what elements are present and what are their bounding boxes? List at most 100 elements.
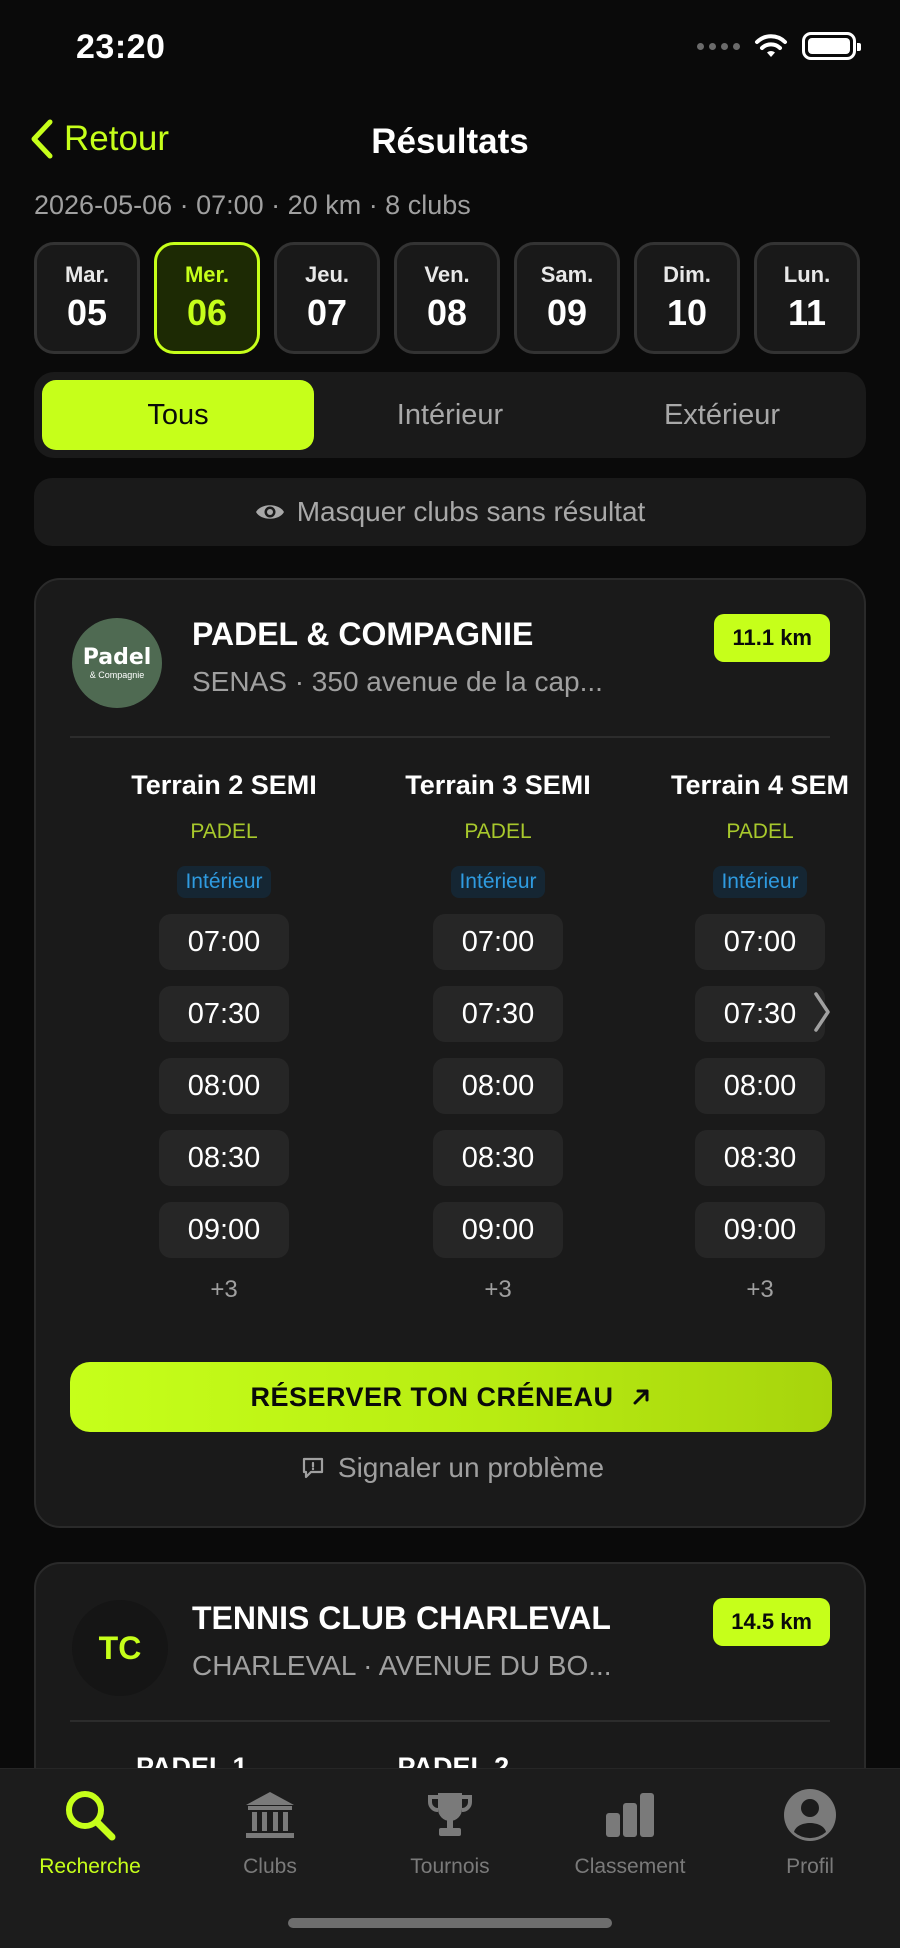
day-chip-08[interactable]: Ven. 08 bbox=[394, 242, 500, 354]
filter-tab-indoor[interactable]: Intérieur bbox=[314, 380, 586, 450]
logo-subtitle: & Compagnie bbox=[89, 669, 145, 680]
day-name: Mer. bbox=[184, 262, 230, 287]
time-slot[interactable]: 08:30 bbox=[695, 1130, 825, 1186]
time-slot[interactable]: 08:30 bbox=[159, 1130, 289, 1186]
time-slot[interactable]: 08:00 bbox=[433, 1058, 563, 1114]
time-slot[interactable]: 07:00 bbox=[159, 914, 289, 970]
logo-word: Padel bbox=[82, 644, 152, 670]
day-name: Sam. bbox=[540, 262, 594, 287]
tab-label: Classement bbox=[574, 1855, 686, 1878]
status-time: 23:20 bbox=[76, 28, 166, 66]
court-name: Terrain 2 SEMI bbox=[131, 770, 317, 800]
day-selector: Mar. 05 Mer. 06 Jeu. 07 Ven. 08 Sam. 09 Dim. 1… bbox=[34, 242, 866, 354]
profile-icon bbox=[778, 1783, 842, 1847]
time-slot[interactable]: 07:30 bbox=[159, 986, 289, 1042]
club-card: Padel & Compagnie PADEL & COMPAGNIE SENA… bbox=[34, 578, 866, 1528]
tab-profil[interactable]: Profil bbox=[720, 1783, 900, 1879]
time-slot[interactable]: 08:00 bbox=[159, 1058, 289, 1114]
chart-bars-icon bbox=[598, 1783, 662, 1847]
battery-icon bbox=[802, 32, 861, 60]
day-chip-09[interactable]: Sam. 09 bbox=[514, 242, 620, 354]
time-slot[interactable]: 07:30 bbox=[695, 986, 825, 1042]
time-slot[interactable]: 09:00 bbox=[433, 1202, 563, 1258]
day-name: Jeu. bbox=[304, 262, 350, 287]
club-initials-avatar: TC bbox=[72, 1600, 168, 1696]
status-bar: 23:20 bbox=[0, 0, 900, 100]
time-slot[interactable]: 09:00 bbox=[695, 1202, 825, 1258]
page-title: Résultats bbox=[371, 122, 529, 161]
day-name: Mar. bbox=[64, 262, 110, 287]
day-number: 07 bbox=[306, 292, 348, 333]
home-indicator bbox=[288, 1918, 612, 1928]
club-name[interactable]: PADEL & COMPAGNIE bbox=[192, 616, 533, 653]
report-problem-link[interactable]: Signaler un problème bbox=[36, 1452, 864, 1484]
day-number: 09 bbox=[546, 292, 588, 333]
day-chip-07[interactable]: Jeu. 07 bbox=[274, 242, 380, 354]
environment-tag: Intérieur bbox=[713, 866, 807, 898]
day-chip-06[interactable]: Mer. 06 bbox=[154, 242, 260, 354]
divider bbox=[70, 1720, 830, 1722]
club-address: CHARLEVAL · AVENUE DU BO... bbox=[192, 1650, 612, 1681]
cellular-signal-icon bbox=[697, 42, 740, 50]
court-name: Terrain 3 SEMI bbox=[405, 770, 591, 800]
day-name: Ven. bbox=[424, 262, 470, 287]
hide-empty-label: Masquer clubs sans résultat bbox=[296, 496, 646, 527]
tab-tournois[interactable]: Tournois bbox=[360, 1783, 540, 1879]
day-number: 08 bbox=[426, 292, 468, 333]
distance-badge: 14.5 km bbox=[713, 1598, 830, 1646]
day-number: 05 bbox=[66, 292, 108, 333]
day-number: 06 bbox=[186, 292, 228, 333]
bank-icon bbox=[238, 1783, 302, 1847]
more-slots[interactable]: +3 bbox=[210, 1276, 237, 1304]
day-number: 10 bbox=[666, 292, 708, 333]
club-address: SENAS · 350 avenue de la cap... bbox=[192, 666, 603, 697]
hide-empty-clubs-toggle[interactable]: Masquer clubs sans résultat bbox=[34, 478, 866, 546]
day-chip-11[interactable]: Lun. 11 bbox=[754, 242, 860, 354]
environment-filter: Tous Intérieur Extérieur bbox=[34, 372, 866, 458]
divider bbox=[70, 736, 830, 738]
tab-label: Recherche bbox=[39, 1855, 141, 1878]
club-logo: Padel & Compagnie bbox=[72, 618, 162, 708]
chevron-right-icon[interactable] bbox=[812, 990, 832, 1034]
day-name: Dim. bbox=[663, 262, 711, 287]
court-column: Terrain 2 SEMI PADEL Intérieur 07:00 07:… bbox=[104, 770, 344, 1304]
environment-tag: Intérieur bbox=[177, 866, 271, 898]
day-chip-10[interactable]: Dim. 10 bbox=[634, 242, 740, 354]
more-slots[interactable]: +3 bbox=[746, 1276, 773, 1304]
time-slot[interactable]: 08:00 bbox=[695, 1058, 825, 1114]
day-chip-05[interactable]: Mar. 05 bbox=[34, 242, 140, 354]
club-name[interactable]: TENNIS CLUB CHARLEVAL bbox=[192, 1600, 611, 1637]
tab-label: Tournois bbox=[410, 1855, 490, 1878]
sport-tag: PADEL bbox=[464, 820, 532, 843]
courts-scroller[interactable]: Terrain 2 SEMI PADEL Intérieur 07:00 07:… bbox=[36, 770, 864, 1303]
time-slot[interactable]: 08:30 bbox=[433, 1130, 563, 1186]
time-slot[interactable]: 07:00 bbox=[695, 914, 825, 970]
tab-label: Clubs bbox=[243, 1855, 297, 1878]
day-number: 11 bbox=[787, 292, 827, 333]
filter-tab-all[interactable]: Tous bbox=[42, 380, 314, 450]
more-slots[interactable]: +3 bbox=[484, 1276, 511, 1304]
time-slot[interactable]: 07:00 bbox=[433, 914, 563, 970]
environment-tag: Intérieur bbox=[451, 866, 545, 898]
report-problem-label: Signaler un problème bbox=[337, 1452, 605, 1483]
trophy-icon bbox=[418, 1783, 482, 1847]
tab-label: Profil bbox=[786, 1855, 834, 1878]
time-slot[interactable]: 07:30 bbox=[433, 986, 563, 1042]
time-slot[interactable]: 09:00 bbox=[159, 1202, 289, 1258]
court-column: Terrain 4 SEM PADEL Intérieur 07:00 07:3… bbox=[652, 770, 864, 1304]
sport-tag: PADEL bbox=[190, 820, 258, 843]
court-name: Terrain 4 SEM bbox=[670, 770, 850, 800]
arrow-up-right-icon bbox=[633, 1389, 649, 1405]
court-column: Terrain 3 SEMI PADEL Intérieur 07:00 07:… bbox=[378, 770, 618, 1304]
distance-badge: 11.1 km bbox=[714, 614, 830, 662]
tab-clubs[interactable]: Clubs bbox=[180, 1783, 360, 1879]
nav-header: Retour Résultats bbox=[0, 110, 900, 180]
tab-recherche[interactable]: Recherche bbox=[0, 1783, 180, 1879]
filter-tab-outdoor[interactable]: Extérieur bbox=[586, 380, 858, 450]
tab-classement[interactable]: Classement bbox=[540, 1783, 720, 1879]
message-alert-icon bbox=[302, 1457, 324, 1479]
status-icons bbox=[697, 32, 861, 60]
search-icon bbox=[58, 1783, 122, 1847]
book-slot-button[interactable]: RÉSERVER TON CRÉNEAU bbox=[70, 1362, 832, 1432]
search-summary: 2026-05-06 · 07:00 · 20 km · 8 clubs bbox=[34, 190, 471, 220]
